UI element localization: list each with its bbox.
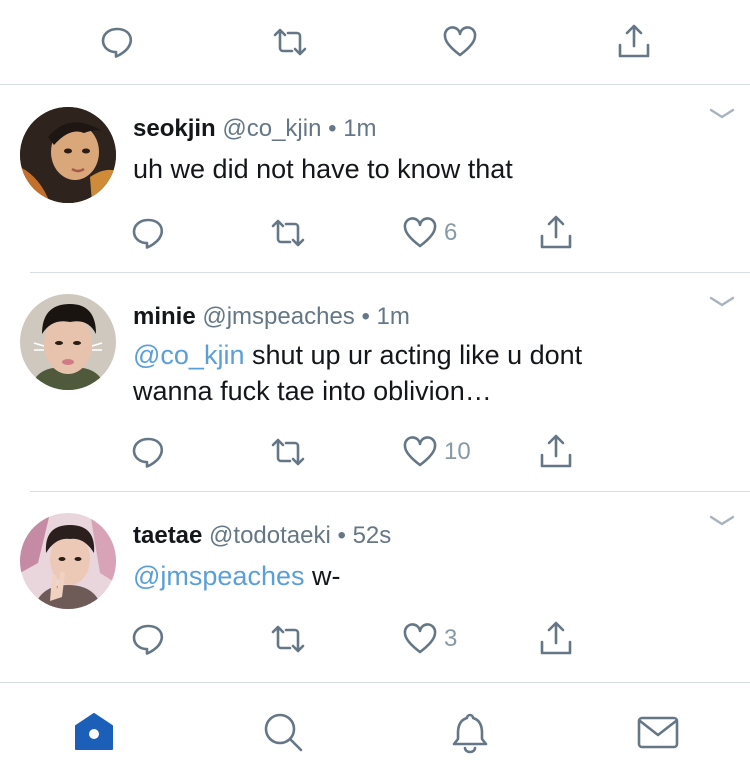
retweet-icon xyxy=(268,619,308,659)
separator: • xyxy=(328,115,337,142)
display-name[interactable]: minie xyxy=(133,303,196,330)
mail-icon xyxy=(636,710,680,754)
display-name[interactable]: taetae xyxy=(133,522,202,549)
avatar[interactable] xyxy=(20,107,116,203)
reply-button[interactable] xyxy=(128,432,168,472)
timestamp: 52s xyxy=(352,522,392,549)
separator: • xyxy=(361,303,370,330)
bell-icon xyxy=(448,710,492,754)
like-count: 6 xyxy=(444,219,458,246)
username[interactable]: @co_kjin xyxy=(222,115,321,142)
avatar[interactable] xyxy=(20,513,116,609)
tweet[interactable]: taetae @todotaeki • 52s @jmspeaches w- 3 xyxy=(0,492,750,680)
tweet-text-line: w- xyxy=(304,561,341,591)
heart-icon xyxy=(402,213,438,253)
tweet-header: seokjin @co_kjin • 1m xyxy=(133,115,377,143)
retweet-button[interactable] xyxy=(268,619,308,659)
retweet-icon[interactable] xyxy=(270,22,310,62)
mention-link[interactable]: @co_kjin xyxy=(133,340,244,370)
share-icon xyxy=(536,619,576,659)
display-name[interactable]: seokjin xyxy=(133,115,216,142)
retweet-icon xyxy=(268,213,308,253)
bottom-tab-bar xyxy=(0,682,750,778)
chevron-down-icon[interactable] xyxy=(708,293,736,311)
reply-button[interactable] xyxy=(128,619,168,659)
mention-link[interactable]: @jmspeaches xyxy=(133,561,304,591)
avatar[interactable] xyxy=(20,294,116,390)
tweet-text: uh we did not have to know that xyxy=(133,151,713,187)
notifications-tab[interactable] xyxy=(448,710,492,754)
retweet-icon xyxy=(268,432,308,472)
like-button[interactable]: 6 xyxy=(402,213,457,253)
tweet-text-line: uh we did not have to know that xyxy=(133,154,513,184)
messages-tab[interactable] xyxy=(636,710,680,754)
search-icon xyxy=(261,710,305,754)
home-tab[interactable] xyxy=(72,710,116,754)
share-icon[interactable] xyxy=(614,22,654,62)
like-count: 10 xyxy=(444,438,471,465)
like-button[interactable]: 10 xyxy=(402,432,471,472)
heart-icon[interactable] xyxy=(440,22,480,62)
tweet-header: minie @jmspeaches • 1m xyxy=(133,303,410,331)
share-button[interactable] xyxy=(536,619,576,659)
retweet-button[interactable] xyxy=(268,213,308,253)
share-button[interactable] xyxy=(536,432,576,472)
tweet-text: @co_kjin shut up ur acting like u dont w… xyxy=(133,337,713,409)
like-count: 3 xyxy=(444,625,458,652)
retweet-button[interactable] xyxy=(268,432,308,472)
share-button[interactable] xyxy=(536,213,576,253)
tweet-text-line: shut up ur acting like u dont xyxy=(244,340,583,370)
username[interactable]: @jmspeaches xyxy=(202,303,354,330)
chevron-down-icon[interactable] xyxy=(708,105,736,123)
separator: • xyxy=(337,522,346,549)
reply-icon xyxy=(128,213,168,253)
heart-icon xyxy=(402,619,438,659)
share-icon xyxy=(536,213,576,253)
chevron-down-icon[interactable] xyxy=(708,512,736,530)
reply-icon xyxy=(128,432,168,472)
timestamp: 1m xyxy=(343,115,377,142)
home-icon xyxy=(72,710,116,754)
like-button[interactable]: 3 xyxy=(402,619,457,659)
reply-icon[interactable] xyxy=(97,22,137,62)
reply-button[interactable] xyxy=(128,213,168,253)
reply-icon xyxy=(128,619,168,659)
tweet[interactable]: seokjin @co_kjin • 1m uh we did not have… xyxy=(0,85,750,273)
previous-tweet-actions xyxy=(0,0,750,84)
tweet-actions: 10 xyxy=(0,432,750,472)
tweet-actions: 3 xyxy=(0,619,750,659)
tweet-actions: 6 xyxy=(0,213,750,253)
timestamp: 1m xyxy=(376,303,410,330)
tweet-header: taetae @todotaeki • 52s xyxy=(133,522,391,550)
share-icon xyxy=(536,432,576,472)
username[interactable]: @todotaeki xyxy=(209,522,331,549)
tweet-text: @jmspeaches w- xyxy=(133,558,713,594)
heart-icon xyxy=(402,432,438,472)
search-tab[interactable] xyxy=(261,710,305,754)
tweet-text-line: wanna fuck tae into oblivion… xyxy=(133,376,492,406)
tweet[interactable]: minie @jmspeaches • 1m @co_kjin shut up … xyxy=(0,273,750,491)
